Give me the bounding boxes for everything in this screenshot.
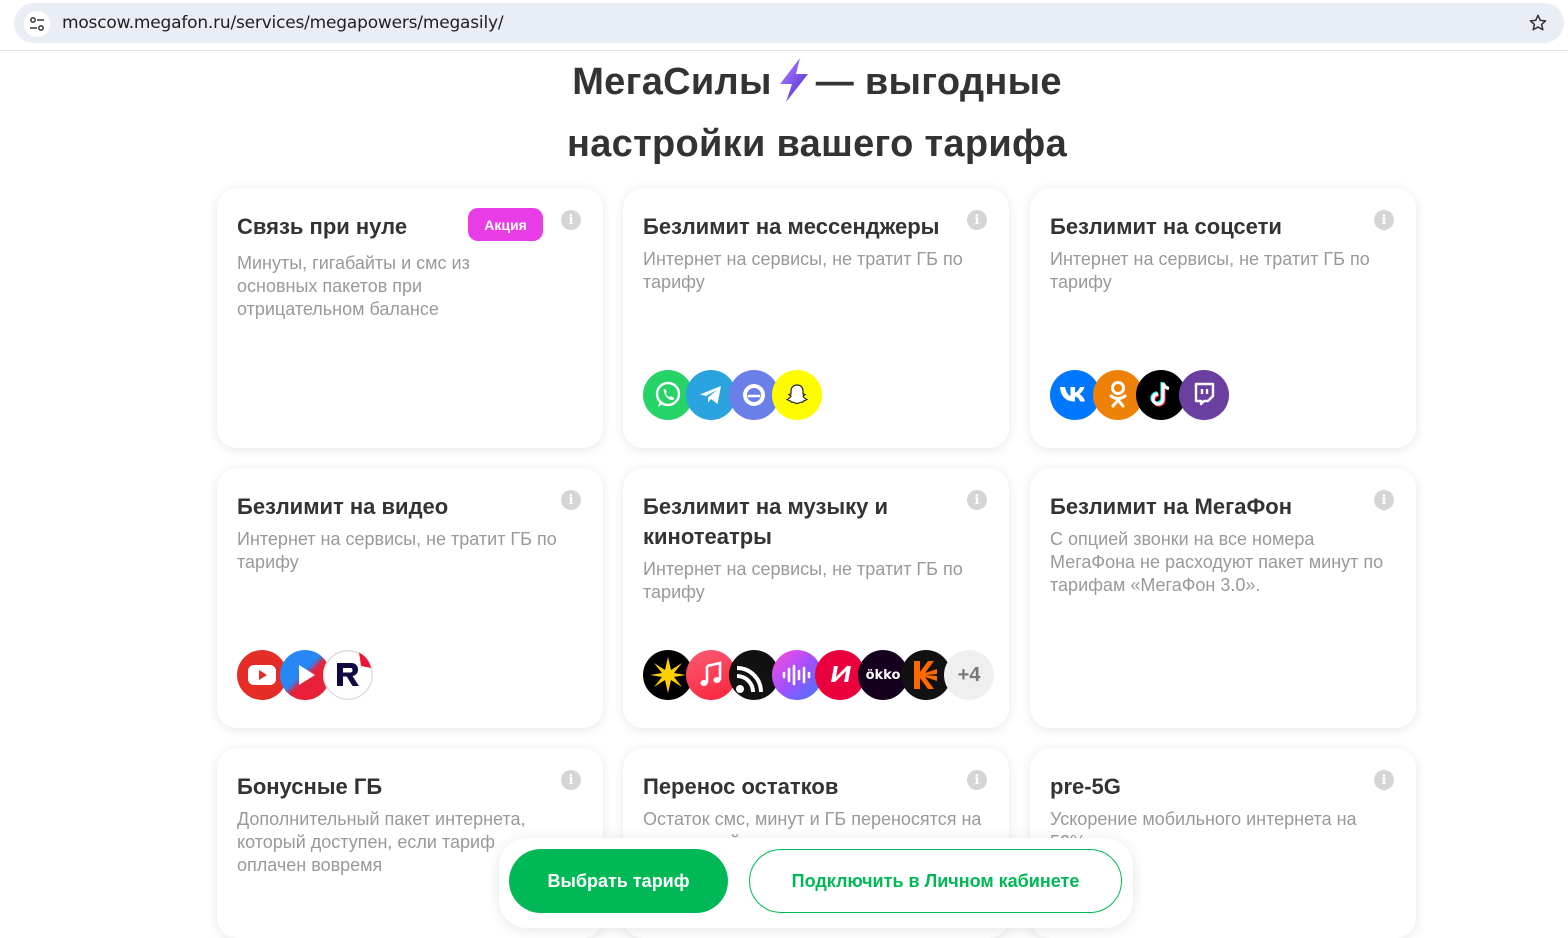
- info-icon[interactable]: i: [967, 210, 987, 230]
- info-icon[interactable]: i: [561, 210, 581, 230]
- twitch-icon: [1179, 370, 1229, 420]
- info-icon[interactable]: i: [1374, 210, 1394, 230]
- card-title: Безлимит на видео: [237, 494, 449, 519]
- info-icon[interactable]: i: [561, 490, 581, 510]
- browser-toolbar: moscow.megafon.ru/services/megapowers/me…: [0, 0, 1568, 51]
- service-icons: [643, 370, 1003, 420]
- title-megasily: МегаСилы: [572, 61, 772, 103]
- info-icon[interactable]: i: [561, 770, 581, 790]
- site-settings-icon[interactable]: [24, 11, 50, 37]
- card-description: С опцией звонки на все номера МегаФона н…: [1050, 529, 1384, 595]
- card-zero-balance[interactable]: Связь при нуле Акция i Минуты, гигабайты…: [217, 188, 603, 448]
- card-title: Безлимит на мессенджеры: [643, 214, 940, 239]
- card-social[interactable]: Безлимит на соцсети i Интернет на сервис…: [1030, 188, 1416, 448]
- info-icon[interactable]: i: [1374, 770, 1394, 790]
- card-description: Интернет на сервисы, не тратит ГБ по тар…: [643, 559, 963, 602]
- address-bar[interactable]: moscow.megafon.ru/services/megapowers/me…: [14, 3, 1564, 43]
- card-title: Бонусные ГБ: [237, 774, 383, 799]
- card-title: Безлимит на МегаФон: [1050, 494, 1292, 519]
- info-icon[interactable]: i: [967, 770, 987, 790]
- title-line2: настройки вашего тарифа: [566, 123, 1068, 165]
- more-services-count[interactable]: +4: [944, 650, 994, 700]
- card-title: Перенос остатков: [643, 774, 839, 799]
- card-description: Интернет на сервисы, не тратит ГБ по тар…: [1050, 249, 1370, 292]
- lightning-icon: [774, 56, 814, 118]
- service-icons: [1050, 370, 1410, 420]
- action-panel: Выбрать тариф Подключить в Личном кабине…: [499, 838, 1133, 928]
- service-icons: [237, 650, 597, 700]
- title-rest: — выгодные: [815, 61, 1062, 103]
- card-music-cinema[interactable]: Безлимит на музыку и кинотеатры i Интерн…: [623, 468, 1009, 728]
- card-title: Безлимит на соцсети: [1050, 214, 1282, 239]
- card-description: Интернет на сервисы, не тратит ГБ по тар…: [643, 249, 963, 292]
- card-title: pre-5G: [1050, 774, 1121, 799]
- card-description: Минуты, гигабайты и смс из основных паке…: [237, 253, 470, 319]
- bookmark-star-icon[interactable]: [1526, 11, 1550, 35]
- info-icon[interactable]: i: [967, 490, 987, 510]
- okko-label: ökko: [865, 667, 901, 683]
- card-messengers[interactable]: Безлимит на мессенджеры i Интернет на се…: [623, 188, 1009, 448]
- rutube-icon: [323, 650, 373, 700]
- info-icon[interactable]: i: [1374, 490, 1394, 510]
- connect-in-cabinet-button[interactable]: Подключить в Личном кабинете: [749, 849, 1122, 913]
- page-title: МегаСилы — выгодные настройки вашего тар…: [0, 56, 1568, 170]
- choose-tariff-button[interactable]: Выбрать тариф: [509, 849, 728, 913]
- card-title: Безлимит на музыку и кинотеатры: [643, 494, 889, 549]
- card-video[interactable]: Безлимит на видео i Интернет на сервисы,…: [217, 468, 603, 728]
- promo-badge: Акция: [468, 208, 543, 241]
- card-megafon-calls[interactable]: Безлимит на МегаФон i С опцией звонки на…: [1030, 468, 1416, 728]
- card-description: Интернет на сервисы, не тратит ГБ по тар…: [237, 529, 557, 572]
- url-text[interactable]: moscow.megafon.ru/services/megapowers/me…: [62, 13, 504, 33]
- service-icons: ökko +4: [643, 650, 1003, 700]
- snapchat-icon: [772, 370, 822, 420]
